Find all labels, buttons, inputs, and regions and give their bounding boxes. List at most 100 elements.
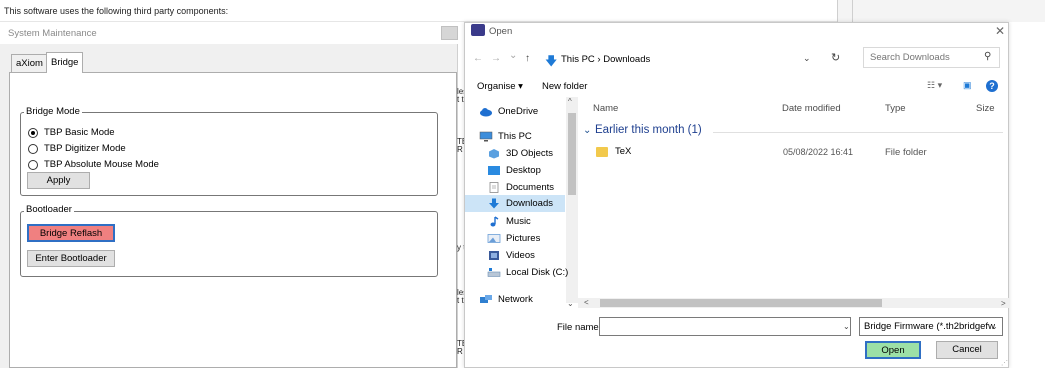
nav-item-label: Network (498, 294, 533, 305)
bridge-reflash-button[interactable]: Bridge Reflash (27, 224, 115, 242)
file-date: 05/08/2022 16:41 (783, 147, 854, 157)
background-fragment: R (457, 146, 463, 154)
radio-label: TBP Digitizer Mode (44, 143, 126, 154)
nav-item-pictures[interactable]: Pictures (487, 230, 587, 247)
system-maintenance-titlebar: System Maintenance (0, 22, 458, 44)
music-icon (490, 216, 499, 227)
radio-label: TBP Absolute Mouse Mode (44, 159, 159, 170)
bootloader-group (20, 211, 438, 277)
nav-item-local-disk[interactable]: Local Disk (C:) (487, 264, 587, 281)
close-icon[interactable]: ✕ (995, 24, 1005, 38)
document-icon (489, 182, 499, 193)
file-type: File folder (885, 147, 927, 158)
refresh-icon[interactable]: ↻ (831, 51, 840, 64)
folder-icon (596, 147, 608, 157)
nav-item-documents[interactable]: Documents (487, 179, 587, 196)
chevron-down-icon[interactable]: ⌄ (583, 125, 591, 136)
nav-item-videos[interactable]: Videos (487, 247, 587, 264)
background-fragment: t th (457, 297, 464, 305)
bootloader-legend: Bootloader (24, 204, 74, 215)
download-icon (489, 198, 499, 209)
column-header-date[interactable]: Date modified (782, 103, 841, 114)
nav-item-label: Documents (506, 182, 555, 193)
back-arrow-icon[interactable]: ← (473, 53, 483, 64)
network-icon (480, 295, 492, 303)
background-separator (852, 0, 853, 22)
preview-pane-icon[interactable]: ▣ (963, 80, 972, 91)
open-button[interactable]: Open (865, 341, 921, 359)
system-maintenance-window: System Maintenance aXiom Bridge Bridge M… (0, 22, 458, 368)
forward-arrow-icon[interactable]: → (491, 53, 501, 64)
nav-item-this-pc[interactable]: This PC (479, 128, 579, 145)
nav-item-label: OneDrive (498, 106, 539, 117)
nav-item-desktop[interactable]: Desktop (487, 162, 587, 179)
nav-item-music[interactable]: Music (487, 213, 587, 230)
system-maintenance-title: System Maintenance (8, 28, 97, 39)
nav-item-downloads[interactable]: Downloads (465, 195, 565, 212)
recent-locations-icon[interactable]: ⌄ (509, 50, 517, 61)
address-bar[interactable]: This PC › Downloads (561, 54, 650, 65)
column-header-name[interactable]: Name (593, 103, 618, 114)
download-folder-icon: 🡇 (545, 54, 558, 68)
desktop-icon (488, 166, 500, 175)
tab-bridge[interactable]: Bridge (46, 52, 84, 73)
background-fragment: les (457, 88, 464, 96)
group-header[interactable]: Earlier this month (1) (595, 124, 702, 136)
radio-tbp-basic[interactable]: TBP Basic Mode (28, 126, 115, 139)
radio-tbp-digitizer[interactable]: TBP Digitizer Mode (28, 142, 126, 155)
chevron-down-icon[interactable]: ⌄ (803, 53, 811, 64)
nav-item-3d-objects[interactable]: 3D Objects (487, 145, 587, 162)
radio-checked-icon (28, 127, 38, 138)
radio-icon (28, 143, 38, 154)
nav-item-label: Music (506, 216, 531, 227)
apply-button[interactable]: Apply (27, 172, 90, 189)
organise-button[interactable]: Organise ▾ (477, 81, 523, 92)
nav-item-label: This PC (498, 131, 532, 142)
chevron-down-icon[interactable]: ⌄ (843, 322, 850, 331)
column-header-size[interactable]: Size (976, 103, 994, 114)
help-icon[interactable]: ? (986, 80, 998, 92)
nav-item-label: Downloads (506, 198, 553, 209)
background-fragment: y t (457, 244, 464, 252)
cancel-button[interactable]: Cancel (936, 341, 998, 359)
background-right-panel (837, 0, 1045, 22)
third-party-text: This software uses the following third p… (4, 6, 229, 16)
chevron-down-icon[interactable]: ⌄ (991, 322, 998, 331)
enter-bootloader-button[interactable]: Enter Bootloader (27, 250, 115, 267)
nav-item-label: Pictures (506, 233, 541, 244)
view-options-icon[interactable]: ☷ ▾ (927, 80, 942, 91)
dialog-title: Open (489, 26, 513, 37)
nav-item-label: Videos (506, 250, 535, 261)
file-name-label: File name: (557, 322, 602, 333)
tab-axiom[interactable]: aXiom (11, 54, 48, 72)
new-folder-button[interactable]: New folder (542, 81, 587, 92)
video-icon (489, 251, 499, 260)
search-box[interactable]: ⚲ (863, 47, 1000, 68)
window-button[interactable] (441, 26, 458, 40)
chevron-right-icon[interactable]: > (1001, 299, 1006, 308)
resize-grip-icon[interactable]: ⋰ (1001, 359, 1008, 367)
bridge-mode-legend: Bridge Mode (24, 106, 82, 117)
group-divider (713, 132, 1003, 133)
search-input[interactable] (870, 52, 980, 63)
file-name-input[interactable] (599, 317, 851, 336)
nav-item-network[interactable]: Network (479, 291, 579, 308)
file-type-filter[interactable]: Bridge Firmware (*.th2bridgefw (859, 317, 1003, 336)
horizontal-scrollbar-thumb[interactable] (600, 299, 882, 307)
radio-label: TBP Basic Mode (44, 127, 115, 138)
nav-item-label: Local Disk (C:) (506, 267, 569, 278)
column-header-type[interactable]: Type (885, 103, 906, 114)
computer-icon (479, 131, 493, 142)
picture-icon (487, 234, 501, 243)
app-icon (471, 24, 485, 36)
chevron-left-icon[interactable]: < (584, 298, 589, 307)
cloud-icon (480, 108, 492, 117)
nav-item-onedrive[interactable]: OneDrive (479, 103, 579, 120)
cube-icon (489, 149, 499, 159)
background-fragment: TEI (457, 340, 464, 348)
up-arrow-icon[interactable]: ↑ (525, 53, 530, 64)
radio-icon (28, 159, 38, 170)
background-fragment: les (457, 289, 464, 297)
file-name[interactable]: TeX (615, 146, 631, 157)
radio-tbp-absolute-mouse[interactable]: TBP Absolute Mouse Mode (28, 158, 159, 171)
